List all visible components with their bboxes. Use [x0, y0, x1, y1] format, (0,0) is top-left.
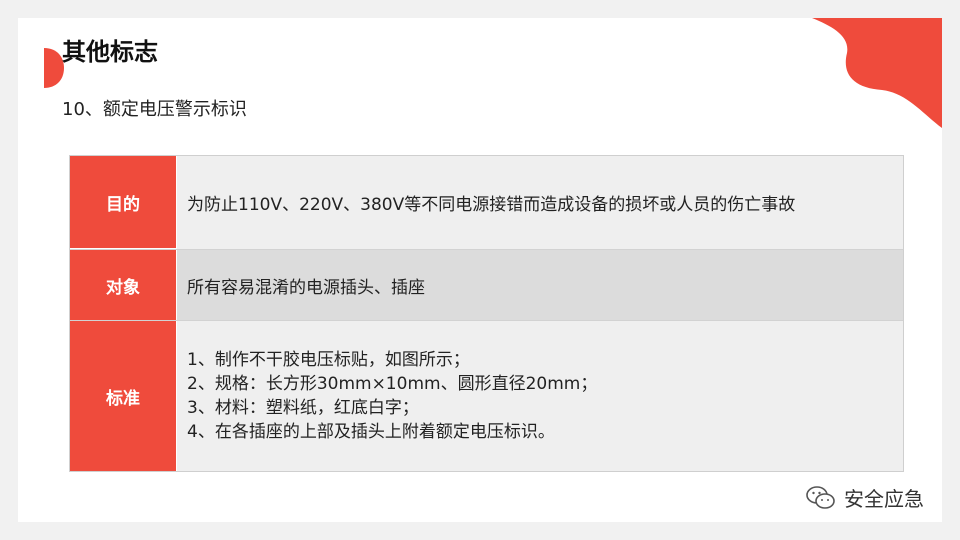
title-bullet-decoration	[44, 48, 64, 88]
table-row: 目的 为防止110V、220V、380V等不同电源接错而造成设备的损坏或人员的伤…	[70, 156, 903, 250]
info-table: 目的 为防止110V、220V、380V等不同电源接错而造成设备的损坏或人员的伤…	[69, 155, 904, 472]
standard-line: 3、材料：塑料纸，红底白字；	[187, 398, 419, 418]
row-label-purpose: 目的	[70, 156, 177, 249]
row-content-purpose: 为防止110V、220V、380V等不同电源接错而造成设备的损坏或人员的伤亡事故	[177, 156, 903, 249]
table-row: 对象 所有容易混淆的电源插头、插座	[70, 250, 903, 321]
standard-line: 4、在各插座的上部及插头上附着额定电压标识。	[187, 422, 555, 442]
row-content-target: 所有容易混淆的电源插头、插座	[177, 250, 903, 320]
section-subtitle: 10、额定电压警示标识	[62, 99, 247, 120]
standard-line: 2、规格：长方形30mm×10mm、圆形直径20mm；	[187, 374, 598, 394]
watermark-text: 安全应急	[844, 487, 924, 511]
corner-decoration	[812, 18, 942, 128]
table-row: 标准 1、制作不干胶电压标贴，如图所示； 2、规格：长方形30mm×10mm、圆…	[70, 321, 903, 471]
watermark: 安全应急	[806, 483, 924, 512]
page-title: 其他标志	[62, 38, 158, 66]
row-label-target: 对象	[70, 250, 177, 320]
wechat-icon	[806, 485, 835, 509]
row-label-standard: 标准	[70, 321, 177, 471]
row-content-standard: 1、制作不干胶电压标贴，如图所示； 2、规格：长方形30mm×10mm、圆形直径…	[177, 321, 903, 471]
standard-line: 1、制作不干胶电压标贴，如图所示；	[187, 350, 470, 370]
